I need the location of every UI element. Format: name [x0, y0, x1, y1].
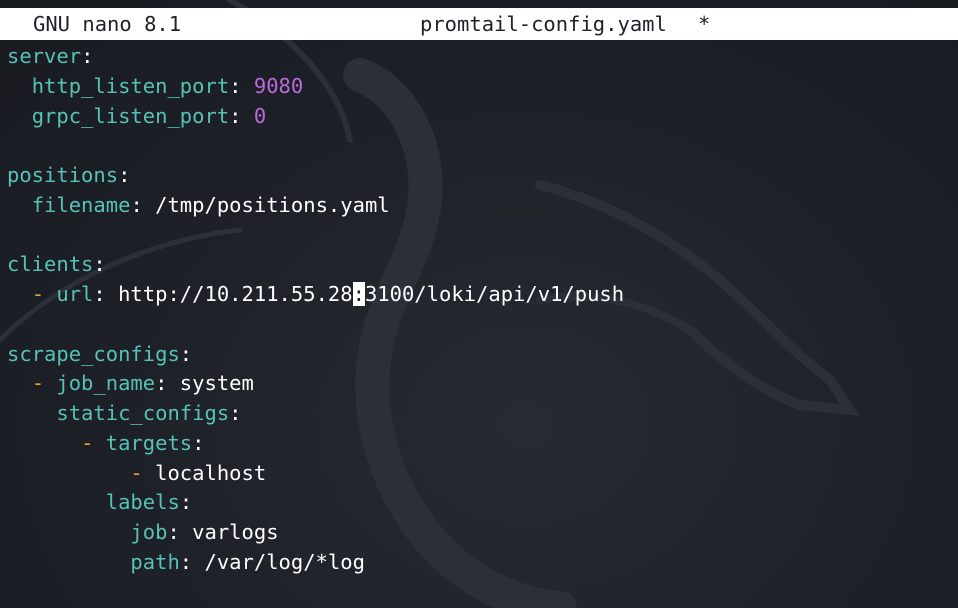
terminal-window: GNU nano 8.1 promtail-config.yaml * serv… [0, 0, 958, 608]
editor-line[interactable]: filename: /tmp/positions.yaml [7, 191, 951, 221]
colon: : [229, 73, 242, 98]
editor-line[interactable]: job: varlogs [7, 518, 951, 548]
list-dash: - [31, 282, 57, 306]
yaml-key: clients [7, 252, 94, 277]
yaml-value: /var/log/*log [192, 549, 365, 574]
editor-line[interactable]: - localhost [7, 459, 951, 489]
editor-line[interactable]: server: [7, 42, 951, 72]
yaml-value: /tmp/positions.yaml [142, 192, 390, 217]
yaml-key: scrape_configs [7, 341, 180, 366]
editor-line[interactable] [7, 221, 951, 251]
editor-line[interactable]: path: /var/log/*log [7, 548, 951, 578]
colon: : [179, 549, 193, 574]
yaml-key: path [130, 549, 180, 574]
editor-line[interactable]: labels: [7, 488, 951, 518]
list-dash: - [81, 430, 106, 455]
editor-line[interactable]: - url: http://10.211.55.28:3100/loki/api… [7, 280, 951, 310]
yaml-key: static_configs [56, 401, 230, 425]
modified-indicator: * [698, 12, 711, 36]
colon: : [155, 371, 168, 396]
yaml-key: filename [31, 192, 131, 217]
editor-line[interactable]: - job_name: system [7, 369, 951, 399]
file-name: promtail-config.yaml [420, 12, 667, 36]
yaml-key: server [7, 44, 82, 68]
text-cursor: : [352, 282, 365, 306]
colon: : [229, 401, 242, 425]
list-dash: - [130, 460, 156, 485]
colon: : [179, 490, 193, 515]
editor-line[interactable]: http_listen_port: 9080 [7, 72, 951, 102]
editor-buffer[interactable]: server: http_listen_port: 9080 grpc_list… [7, 42, 951, 604]
colon: : [192, 430, 205, 455]
yaml-key: job [130, 520, 168, 544]
yaml-value: localhost [155, 460, 267, 485]
yaml-number: 9080 [241, 73, 304, 98]
colon: : [167, 520, 180, 544]
editor-line[interactable] [7, 131, 951, 161]
colon: : [130, 192, 143, 217]
yaml-key: labels [105, 490, 180, 515]
yaml-key: http_listen_port [31, 73, 230, 98]
yaml-key: url [56, 282, 94, 306]
nano-title-bar: GNU nano 8.1 promtail-config.yaml * [0, 8, 958, 40]
editor-line[interactable]: clients: [7, 250, 951, 280]
app-name: GNU nano 8.1 [33, 12, 182, 36]
yaml-value: http://10.211.55.28 [105, 282, 353, 306]
yaml-key: grpc_listen_port [31, 103, 230, 128]
colon: : [93, 252, 106, 277]
yaml-key: positions [7, 163, 119, 187]
editor-line[interactable]: grpc_listen_port: 0 [7, 102, 951, 132]
colon: : [118, 163, 131, 187]
colon: : [229, 103, 242, 128]
yaml-value: 3100/loki/api/v1/push [364, 282, 625, 306]
colon: : [81, 44, 94, 68]
colon: : [179, 341, 193, 366]
yaml-key: targets [105, 430, 193, 455]
yaml-value: system [167, 371, 254, 396]
colon: : [93, 282, 106, 306]
editor-line[interactable]: - targets: [7, 429, 951, 459]
editor-line[interactable] [7, 310, 951, 340]
yaml-value: varlogs [179, 520, 279, 544]
yaml-key: job_name [56, 371, 156, 396]
editor-line[interactable]: positions: [7, 161, 951, 191]
yaml-number: 0 [241, 103, 267, 128]
list-dash: - [31, 371, 57, 396]
editor-line[interactable]: static_configs: [7, 399, 951, 429]
editor-line[interactable]: scrape_configs: [7, 340, 951, 370]
